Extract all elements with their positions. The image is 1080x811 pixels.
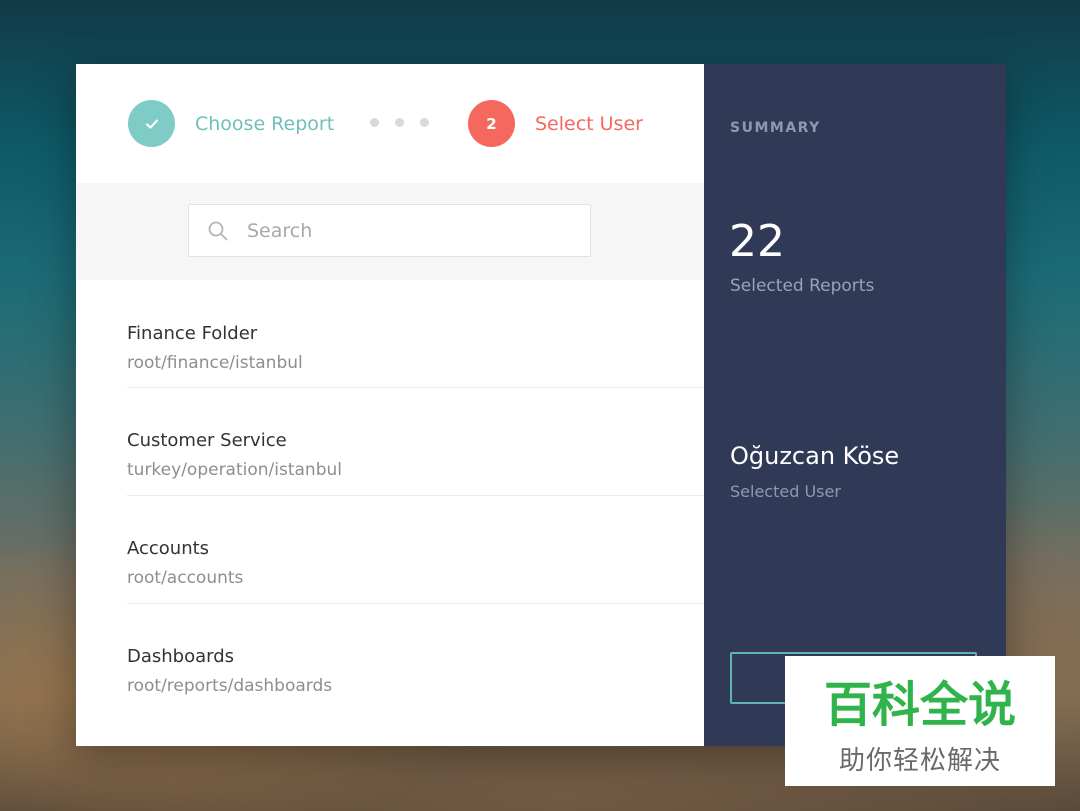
item-path: turkey/operation/istanbul [127, 460, 342, 480]
selected-reports-label: Selected Reports [730, 276, 875, 296]
step-progress-dot [395, 118, 404, 127]
watermark-logo: 百科全说 助你轻松解决 [785, 656, 1055, 786]
item-path: root/accounts [127, 568, 244, 588]
search-input[interactable] [247, 205, 577, 256]
selected-reports-count: 22 [729, 216, 785, 267]
step-number: 2 [486, 114, 497, 133]
step-progress-dot [370, 118, 379, 127]
watermark-subtitle: 助你轻松解决 [838, 746, 1001, 776]
item-title: Accounts [127, 538, 210, 559]
item-path: root/finance/istanbul [127, 353, 303, 373]
watermark-title: 百科全说 [823, 677, 1016, 733]
wizard-stepper: Choose Report 2 Select User [76, 64, 704, 183]
item-title: Finance Folder [127, 323, 258, 344]
step-select-user-indicator[interactable]: 2 [468, 100, 515, 147]
report-list: Finance Folder root/finance/istanbul Cus… [127, 280, 704, 712]
list-item[interactable]: Finance Folder root/finance/istanbul [127, 280, 704, 388]
item-title: Customer Service [127, 430, 287, 451]
report-wizard-card: Choose Report 2 Select User Finance Fold… [76, 64, 1006, 746]
step-progress-dot [420, 118, 429, 127]
summary-title: SUMMARY [730, 120, 821, 136]
selected-user-name: Oğuzcan Köse [730, 442, 900, 470]
summary-panel: SUMMARY 22 Selected Reports Oğuzcan Köse… [704, 64, 1006, 746]
search-box [188, 204, 591, 257]
wizard-main-panel: Choose Report 2 Select User Finance Fold… [76, 64, 704, 746]
list-item[interactable]: Accounts root/accounts [127, 496, 704, 604]
search-icon [208, 221, 228, 241]
step-select-user-label[interactable]: Select User [535, 112, 643, 136]
search-bar-area [76, 183, 704, 280]
list-item[interactable]: Dashboards root/reports/dashboards [127, 604, 704, 712]
selected-user-label: Selected User [730, 482, 841, 501]
step-choose-report-label[interactable]: Choose Report [195, 112, 334, 136]
item-path: root/reports/dashboards [127, 676, 333, 696]
item-title: Dashboards [127, 646, 235, 667]
step-choose-report-indicator[interactable] [128, 100, 175, 147]
check-icon [145, 118, 158, 129]
list-item[interactable]: Customer Service turkey/operation/istanb… [127, 388, 704, 496]
